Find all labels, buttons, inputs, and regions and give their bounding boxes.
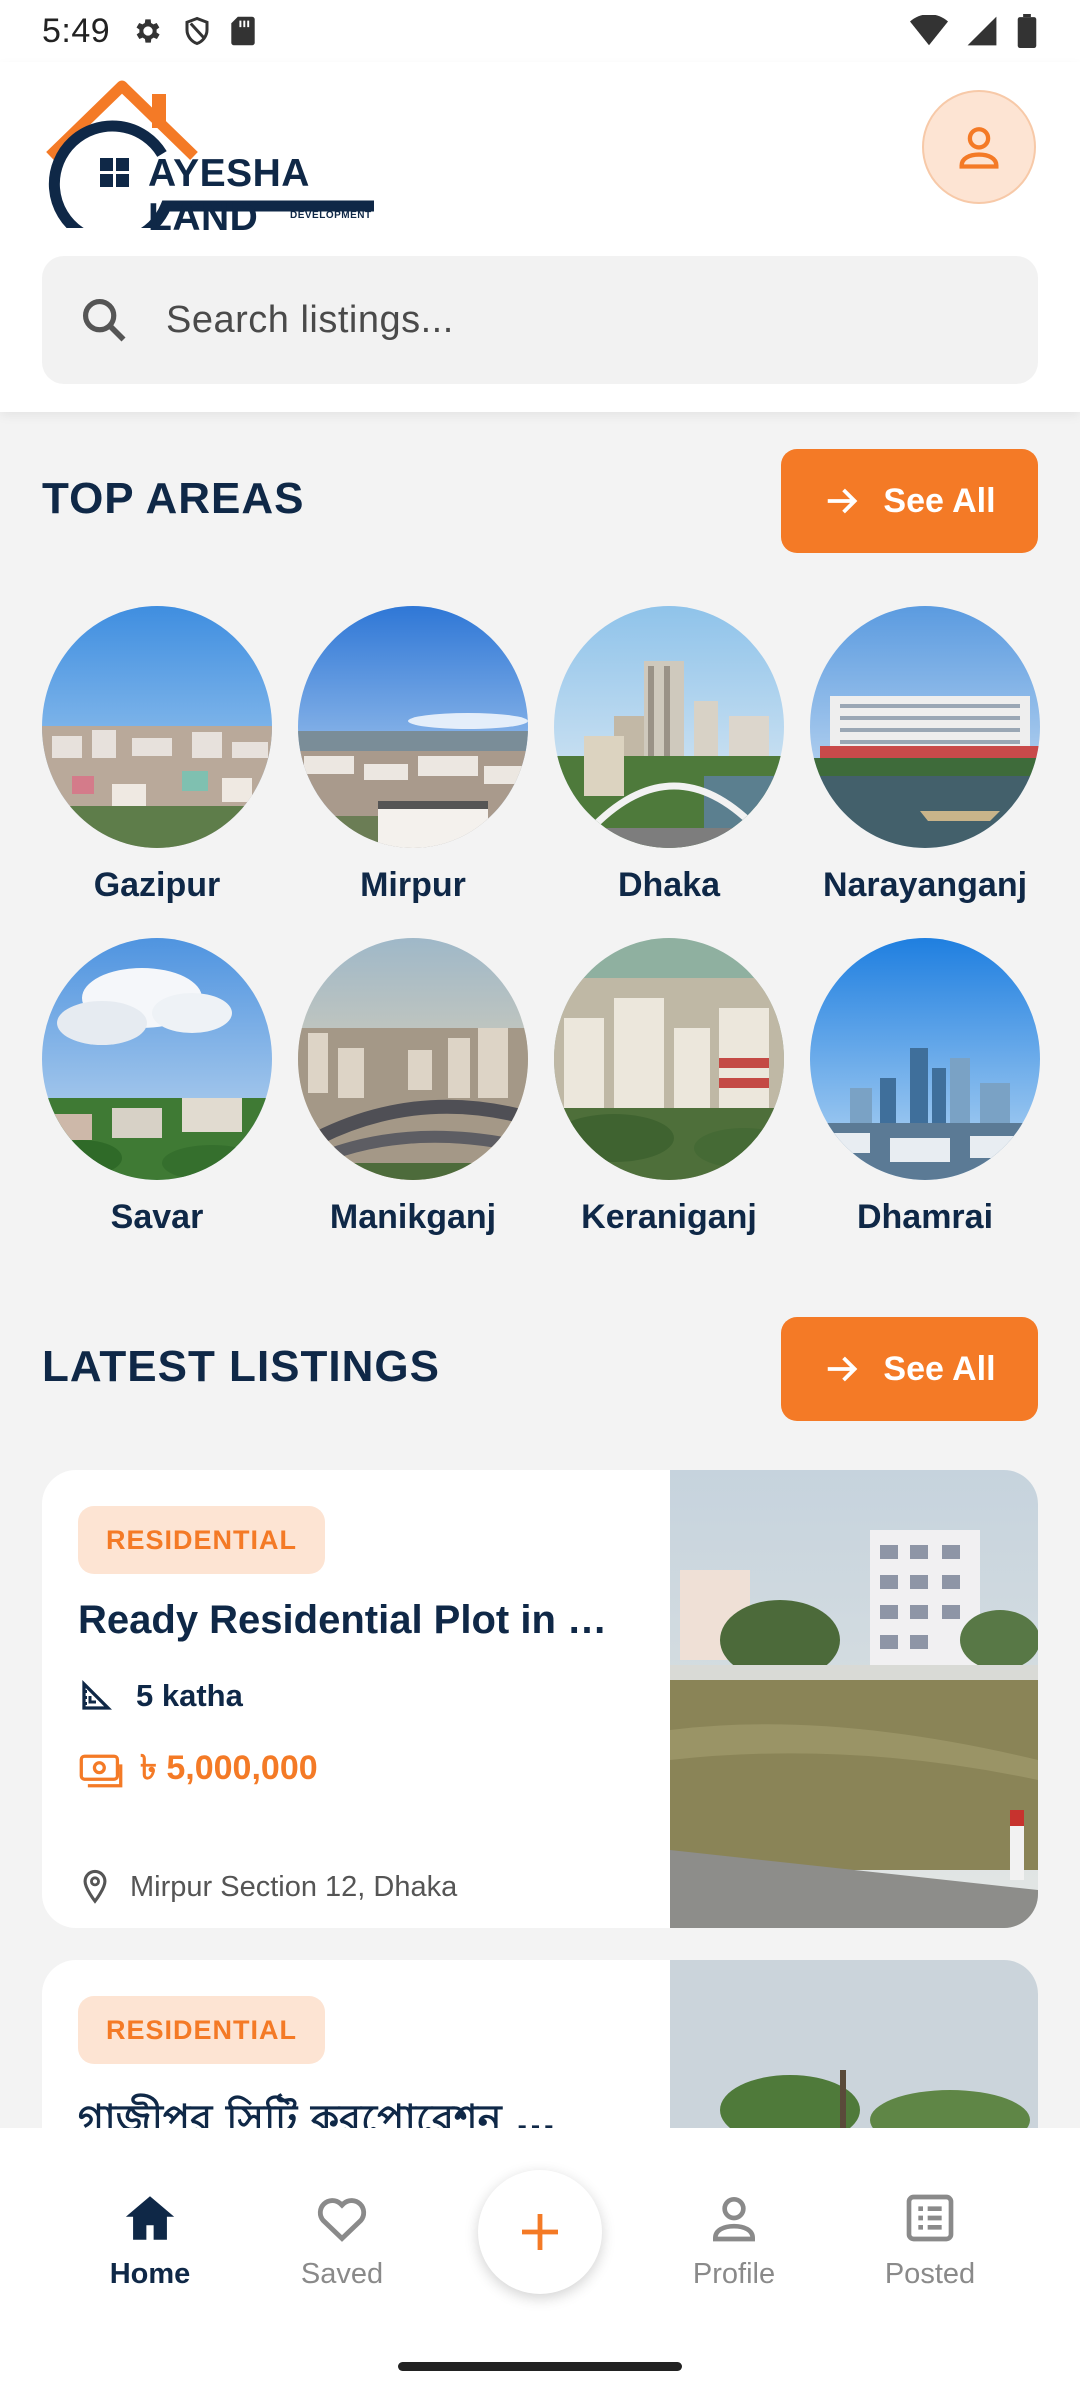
- area-photo: [554, 606, 784, 848]
- nav-label: Home: [109, 2258, 191, 2290]
- listing-location: Mirpur Section 12, Dhaka: [78, 1868, 457, 1906]
- arrow-right-icon: [828, 1356, 858, 1382]
- home-indicator: [398, 2362, 682, 2371]
- area-label: Savar: [110, 1198, 204, 1236]
- category-badge: RESIDENTIAL: [78, 1506, 326, 1574]
- listing-title: Ready Residential Plot in …: [78, 1598, 608, 1642]
- area-item-narayanganj[interactable]: Narayanganj: [810, 606, 1040, 905]
- person-icon: [959, 127, 999, 169]
- logo-tagline: DEVELOPMENT: [290, 210, 372, 221]
- status-time: 5:49: [42, 11, 111, 50]
- area-item-dhamrai[interactable]: Dhamrai: [810, 938, 1040, 1237]
- shield-icon: [185, 16, 209, 46]
- heart-icon: [317, 2198, 367, 2242]
- area-label: Gazipur: [93, 866, 221, 904]
- sd-card-icon: [231, 16, 255, 46]
- nav-label: Saved: [300, 2258, 384, 2290]
- area-photo: [298, 606, 528, 848]
- listing-size: 5 katha: [78, 1678, 243, 1714]
- home-icon: [125, 2196, 175, 2240]
- status-bar: 5:49: [0, 0, 1080, 62]
- search-icon: [82, 298, 126, 342]
- arrow-right-icon: [828, 488, 858, 514]
- area-label: Mirpur: [360, 866, 466, 904]
- profile-avatar-button[interactable]: [922, 90, 1036, 204]
- area-label: Dhamrai: [856, 1198, 994, 1236]
- add-listing-button[interactable]: [478, 2170, 602, 2294]
- area-item-mirpur[interactable]: Mirpur: [298, 606, 528, 905]
- location-pin-icon: [83, 1869, 107, 1904]
- listing-location-value: Mirpur Section 12, Dhaka: [130, 1870, 458, 1903]
- battery-icon: [1017, 14, 1037, 48]
- latest-listings-title: LATEST LISTINGS: [42, 1342, 440, 1391]
- area-item-manikganj[interactable]: Manikganj: [298, 938, 528, 1237]
- bottom-nav: Home Saved Profile Posted: [0, 2128, 1080, 2400]
- listing-photo: [670, 1470, 1038, 1928]
- app-header: AYESHA LAND DEVELOPMENT Search listings.…: [0, 62, 1080, 412]
- listing-title: গাজীপুর সিটি করপোরেশন …: [78, 2097, 556, 2128]
- area-photo: [554, 938, 784, 1180]
- wifi-icon: [910, 15, 948, 46]
- nav-posted[interactable]: Posted: [850, 2186, 1010, 2291]
- app-logo: AYESHA LAND DEVELOPMENT: [44, 68, 394, 248]
- see-all-label: See All: [883, 1349, 996, 1388]
- area-photo: [298, 938, 528, 1180]
- area-label: Manikganj: [329, 1198, 497, 1236]
- top-areas-see-all-button[interactable]: See All: [781, 449, 1038, 553]
- logo-name: AYESHA LAND: [148, 152, 309, 239]
- area-photo: [810, 606, 1040, 848]
- area-label: Keraniganj: [581, 1198, 757, 1236]
- ruler-icon: [82, 1680, 112, 1710]
- nav-home[interactable]: Home: [70, 2186, 230, 2291]
- area-label: Dhaka: [617, 866, 721, 904]
- top-areas-title: TOP AREAS: [42, 474, 305, 523]
- listing-card[interactable]: RESIDENTIAL গাজীপুর সিটি করপোরেশন …: [42, 1960, 1038, 2128]
- nav-profile[interactable]: Profile: [654, 2186, 814, 2291]
- category-badge: RESIDENTIAL: [78, 1996, 326, 2064]
- area-photo: [810, 938, 1040, 1180]
- search-input[interactable]: Search listings...: [42, 256, 1038, 384]
- area-item-dhaka[interactable]: Dhaka: [554, 606, 784, 905]
- listing-photo: [670, 1960, 1038, 2128]
- nav-saved[interactable]: Saved: [262, 2186, 422, 2291]
- nav-label: Posted: [884, 2258, 976, 2290]
- settings-icon: [136, 19, 160, 43]
- latest-listings-see-all-button[interactable]: See All: [781, 1317, 1038, 1421]
- listing-price: ৳ 5,000,000: [78, 1742, 318, 1799]
- list-icon: [906, 2194, 954, 2242]
- money-icon: [79, 1754, 123, 1787]
- listing-price-value: ৳ 5,000,000: [140, 1749, 318, 1787]
- area-item-savar[interactable]: Savar: [42, 938, 272, 1237]
- plus-icon: [522, 2214, 558, 2250]
- area-label: Narayanganj: [822, 866, 1028, 904]
- listing-card[interactable]: RESIDENTIAL Ready Residential Plot in … …: [42, 1470, 1038, 1928]
- signal-icon: [967, 16, 997, 46]
- listing-size-value: 5 katha: [136, 1678, 243, 1713]
- see-all-label: See All: [883, 481, 996, 520]
- person-icon: [713, 2197, 755, 2242]
- search-placeholder: Search listings...: [166, 298, 454, 341]
- area-photo: [42, 606, 272, 848]
- area-photo: [42, 938, 272, 1180]
- area-item-gazipur[interactable]: Gazipur: [42, 606, 272, 905]
- nav-label: Profile: [692, 2258, 776, 2290]
- area-item-keraniganj[interactable]: Keraniganj: [554, 938, 784, 1237]
